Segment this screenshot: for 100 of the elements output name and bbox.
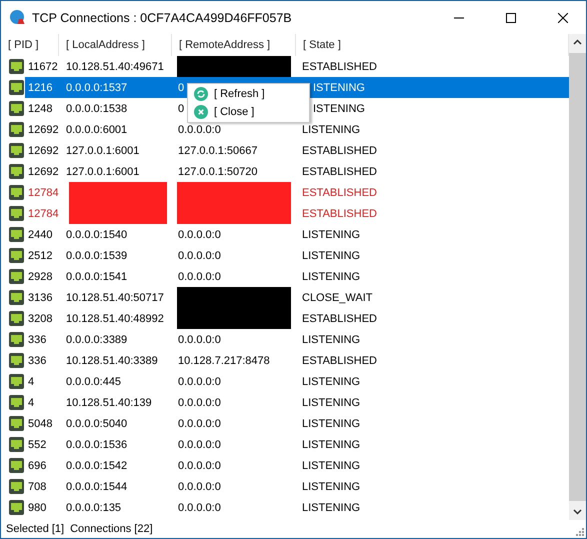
local-address-cell: 0.0.0.0:3389	[65, 332, 128, 346]
pid-cell: 4	[27, 396, 34, 410]
network-icon	[9, 101, 24, 116]
pid-cell: 696	[27, 458, 46, 472]
pid-cell: 11672	[27, 60, 58, 74]
network-icon	[9, 80, 24, 95]
pid-cell: 3136	[27, 290, 52, 304]
remote-address-cell: 0.0.0.0:0	[177, 122, 221, 136]
state-cell: LISTENING	[301, 228, 360, 242]
local-address-cell: 0.0.0.0:1544	[65, 480, 128, 494]
pid-cell: 4	[27, 374, 34, 388]
state-cell: LISTENING	[301, 458, 360, 472]
state-cell: LISTENING	[301, 416, 360, 430]
network-icon	[9, 395, 24, 410]
state-cell: CLOSE_WAIT	[301, 290, 372, 304]
network-icon	[9, 311, 24, 326]
network-icon	[9, 59, 24, 74]
network-icon	[9, 269, 24, 284]
pid-cell: 2928	[27, 270, 52, 284]
network-icon	[9, 185, 24, 200]
local-address-cell: 10.128.51.40:139	[65, 396, 152, 410]
network-icon	[9, 290, 24, 305]
network-icon	[9, 143, 24, 158]
state-cell-text: ISTENING	[312, 102, 365, 116]
remote-address-cell: 0.0.0.0:0	[177, 500, 221, 514]
local-address-cell: 0.0.0.0:1542	[65, 458, 128, 472]
network-icon	[9, 479, 24, 494]
state-cell: LISTENING	[301, 122, 360, 136]
app-icon	[10, 10, 26, 26]
local-address-cell: 0.0.0.0:135	[65, 500, 122, 514]
local-address-cell: 10.128.51.40:3389	[65, 354, 158, 368]
state-cell: ESTABLISHED	[301, 206, 377, 220]
state-cell: ESTABLISHED	[301, 164, 377, 178]
network-icon	[9, 164, 24, 179]
network-icon	[9, 248, 24, 263]
local-address-cell: 0.0.0.0:1537	[65, 80, 128, 94]
menu-item[interactable]: [ Close ]	[188, 103, 309, 121]
remote-address-cell: 127.0.0.1:50667	[177, 144, 258, 158]
state-cell: LISTENING	[301, 396, 360, 410]
pid-cell: 12692	[27, 122, 59, 136]
remote-address-cell: 0.0.0.0:0	[177, 332, 221, 346]
pid-cell: 12692	[27, 144, 59, 158]
remote-address-cell: 0.0.0.0:0	[177, 228, 221, 242]
network-icon	[9, 332, 24, 347]
pid-cell: 12784	[27, 206, 59, 220]
pid-cell: 552	[27, 438, 46, 452]
pid-cell: 1216	[27, 80, 52, 94]
remote-address-cell: 0	[177, 80, 184, 94]
local-address-cell: 0.0.0.0:445	[65, 374, 122, 388]
pid-cell: 1248	[27, 102, 52, 116]
remote-address-cell: 0.0.0.0:0	[177, 248, 221, 262]
state-cell: LISTENING	[301, 500, 360, 514]
state-cell: ESTABLISHED	[301, 354, 377, 368]
scrollbar[interactable]	[569, 34, 586, 520]
local-address-cell: 0.0.0.0:1536	[65, 438, 128, 452]
state-cell: LISTENING	[301, 332, 360, 346]
remote-address-cell: 0.0.0.0:0	[177, 416, 221, 430]
column-header[interactable]: [ PID ]	[1, 34, 59, 56]
pid-cell: 5048	[27, 416, 52, 430]
refresh-icon	[194, 87, 208, 101]
network-icon	[9, 374, 24, 389]
pid-cell: 336	[27, 354, 46, 368]
close-icon[interactable]	[558, 12, 568, 22]
pid-cell: 12784	[27, 186, 59, 200]
network-icon	[9, 437, 24, 452]
remote-address-cell: 0.0.0.0:0	[177, 438, 221, 452]
column-header[interactable]: [ LocalAddress ]	[59, 34, 172, 56]
network-icon	[9, 500, 24, 515]
state-cell: ESTABLISHED	[301, 60, 377, 74]
remote-address-cell: 0.0.0.0:0	[177, 480, 221, 494]
connections-count: Connections [22]	[70, 523, 153, 535]
maximize-icon[interactable]	[506, 12, 516, 22]
pid-cell: 336	[27, 332, 46, 346]
local-address-cell: 0.0.0.0:1540	[65, 228, 128, 242]
window-title: TCP Connections : 0CF7A4CA499D46FF057B	[32, 10, 293, 24]
state-cell: LISTENING	[301, 248, 360, 262]
state-cell-text: ISTENING	[312, 80, 365, 94]
remote-address-cell: 0.0.0.0:0	[177, 396, 221, 410]
resize-grip-icon[interactable]	[574, 526, 584, 536]
menu-item[interactable]: [ Refresh ]	[188, 85, 309, 103]
network-icon	[9, 353, 24, 368]
local-address-cell: 10.128.51.40:49671	[65, 60, 164, 74]
network-icon	[9, 206, 24, 221]
remote-address-cell: 10.128.7.217:8478	[177, 354, 270, 368]
local-address-cell: 0.0.0.0:6001	[65, 122, 128, 136]
state-cell: ESTABLISHED	[301, 312, 377, 326]
network-icon	[9, 122, 24, 137]
local-address-cell: 0.0.0.0:1541	[65, 270, 128, 284]
local-address-cell: 0.0.0.0:1538	[65, 102, 128, 116]
pid-cell: 3208	[27, 312, 52, 326]
state-cell: LISTENING	[301, 374, 360, 388]
state-cell: ESTABLISHED	[301, 186, 377, 200]
local-address-cell: 127.0.0.1:6001	[65, 144, 140, 158]
network-icon	[9, 458, 24, 473]
local-address-cell: 10.128.51.40:48992	[65, 312, 164, 326]
pid-cell: 2512	[27, 248, 52, 262]
local-address-cell: 0.0.0.0:1539	[65, 248, 128, 262]
pid-cell: 708	[27, 480, 46, 494]
pid-cell: 980	[27, 500, 46, 514]
remote-address-cell: 0.0.0.0:0	[177, 270, 221, 284]
